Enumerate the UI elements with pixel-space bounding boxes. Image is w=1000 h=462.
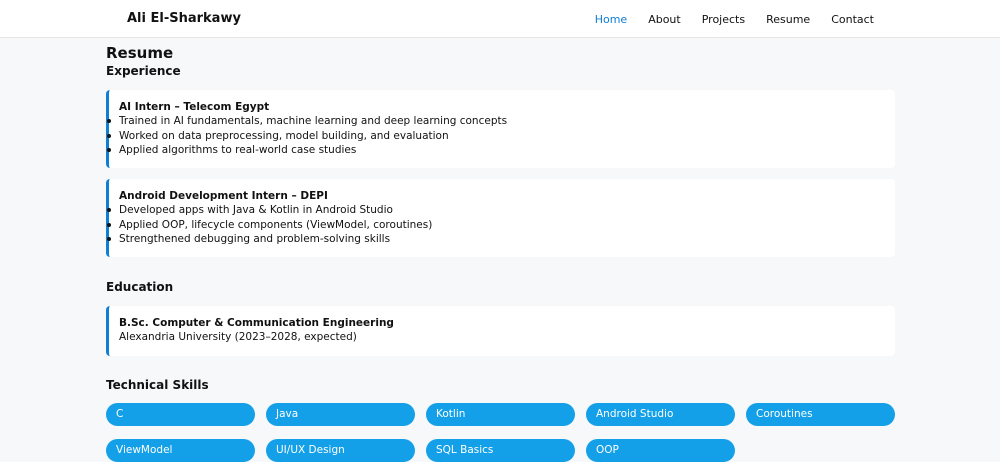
- list-item: Trained in AI fundamentals, machine lear…: [107, 114, 883, 129]
- skill-pill-uiux-design[interactable]: UI/UX Design: [266, 439, 415, 462]
- nav-links: Home About Projects Resume Contact: [595, 13, 874, 26]
- brand-name[interactable]: Ali El-Sharkawy: [127, 11, 241, 26]
- skills-heading: Technical Skills: [106, 378, 209, 392]
- list-item: Developed apps with Java & Kotlin in And…: [107, 203, 883, 218]
- skill-pill-android-studio[interactable]: Android Studio: [586, 403, 735, 426]
- skill-pill-c[interactable]: C: [106, 403, 255, 426]
- skill-pill-sql-basics[interactable]: SQL Basics: [426, 439, 575, 462]
- list-item: Worked on data preprocessing, model buil…: [107, 129, 883, 144]
- nav-home-link[interactable]: Home: [595, 13, 627, 26]
- education-school: Alexandria University (2023–2028, expect…: [119, 331, 357, 343]
- skill-pill-viewmodel[interactable]: ViewModel: [106, 439, 255, 462]
- experience-card-depi: Android Development Intern – DEPI Develo…: [106, 179, 895, 257]
- navbar: Ali El-Sharkawy Home About Projects Resu…: [0, 0, 1000, 38]
- education-degree: B.Sc. Computer & Communication Engineeri…: [119, 317, 394, 329]
- nav-contact-link[interactable]: Contact: [831, 13, 874, 26]
- education-card: B.Sc. Computer & Communication Engineeri…: [106, 306, 895, 356]
- list-item: Strengthened debugging and problem-solvi…: [107, 232, 883, 247]
- experience-heading: Experience: [106, 64, 181, 78]
- nav-projects-link[interactable]: Projects: [702, 13, 745, 26]
- skills-grid: C Java Kotlin Android Studio Coroutines …: [106, 403, 895, 462]
- experience-bullets: Developed apps with Java & Kotlin in And…: [107, 203, 883, 247]
- skill-pill-java[interactable]: Java: [266, 403, 415, 426]
- nav-about-link[interactable]: About: [648, 13, 681, 26]
- skill-pill-coroutines[interactable]: Coroutines: [746, 403, 895, 426]
- experience-title: Android Development Intern – DEPI: [119, 190, 328, 202]
- resume-section: Resume Experience AI Intern – Telecom Eg…: [106, 44, 895, 462]
- list-item: Applied OOP, lifecycle components (ViewM…: [107, 218, 883, 233]
- experience-title: AI Intern – Telecom Egypt: [119, 101, 270, 113]
- nav-resume-link[interactable]: Resume: [766, 13, 810, 26]
- skill-pill-oop[interactable]: OOP: [586, 439, 735, 462]
- education-heading: Education: [106, 280, 174, 294]
- skill-pill-kotlin[interactable]: Kotlin: [426, 403, 575, 426]
- experience-card-telecom: AI Intern – Telecom Egypt Trained in AI …: [106, 90, 895, 168]
- page-title: Resume: [106, 44, 174, 62]
- experience-bullets: Trained in AI fundamentals, machine lear…: [107, 114, 883, 158]
- list-item: Applied algorithms to real-world case st…: [107, 143, 883, 158]
